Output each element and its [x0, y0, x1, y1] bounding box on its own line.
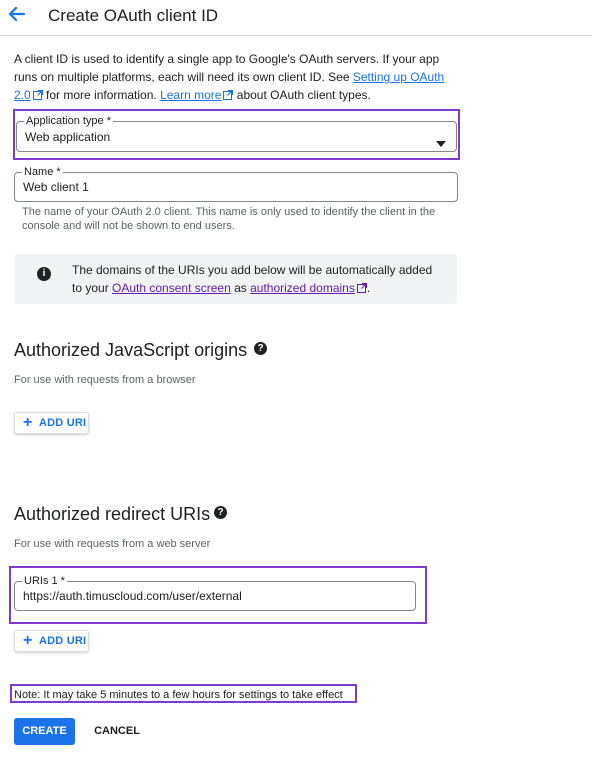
application-type-select[interactable]: Application type * Web application	[16, 114, 457, 152]
oauth-consent-screen-link[interactable]: OAuth consent screen	[112, 281, 231, 295]
redirect-uri-input[interactable]: URIs 1 * https://auth.timuscloud.com/use…	[14, 574, 416, 611]
redirect-uri-value: https://auth.timuscloud.com/user/externa…	[23, 589, 242, 603]
application-type-label: Application type *	[24, 114, 113, 128]
intro-text: A client ID is used to identify a single…	[14, 50, 459, 104]
redirect-uris-title: Authorized redirect URIs	[14, 504, 211, 524]
help-icon[interactable]: ?	[214, 506, 227, 519]
info-text-part: .	[366, 281, 371, 295]
redirect-uri-label: URIs 1 *	[22, 574, 67, 588]
page-header: Create OAuth client ID	[0, 0, 592, 33]
external-link-icon	[32, 87, 43, 100]
intro-text-part: about OAuth client types.	[233, 88, 371, 102]
learn-more-link[interactable]: Learn more	[160, 88, 221, 102]
js-origins-title: Authorized JavaScript origins	[14, 340, 248, 360]
page-title: Create OAuth client ID	[48, 6, 219, 25]
name-value: Web client 1	[23, 180, 89, 194]
arrow-back-icon[interactable]	[6, 2, 28, 26]
create-button[interactable]: CREATE	[14, 718, 75, 745]
cancel-button[interactable]: CANCEL	[86, 718, 148, 745]
application-type-value: Web application	[25, 130, 111, 144]
info-icon: i	[37, 267, 51, 281]
domains-info-box: i The domains of the URIs you add below …	[14, 254, 457, 304]
name-field[interactable]: Name * Web client 1	[14, 165, 458, 202]
external-link-icon	[223, 87, 234, 100]
add-js-origin-button[interactable]: + ADD URI	[14, 412, 89, 434]
name-hint: The name of your OAuth 2.0 client. This …	[22, 206, 436, 232]
info-text: The domains of the URIs you add below wi…	[72, 261, 442, 297]
info-text-part: as	[230, 281, 251, 295]
help-icon[interactable]: ?	[254, 342, 267, 355]
add-uri-label: ADD URI	[39, 635, 87, 647]
redirect-uris-subtitle: For use with requests from a web server	[14, 538, 211, 550]
add-redirect-uri-button[interactable]: + ADD URI	[14, 630, 89, 652]
js-origins-subtitle: For use with requests from a browser	[14, 374, 196, 386]
caret-down-icon	[436, 134, 446, 152]
intro-text-part: for more information.	[42, 88, 161, 102]
add-uri-label: ADD URI	[39, 417, 87, 429]
authorized-domains-link[interactable]: authorized domains	[250, 281, 355, 295]
settings-note: Note: It may take 5 minutes to a few hou…	[10, 684, 357, 703]
external-link-icon	[356, 280, 367, 293]
header-divider	[0, 35, 592, 36]
name-label: Name *	[22, 165, 63, 179]
plus-icon: +	[23, 632, 33, 649]
plus-icon: +	[23, 414, 33, 431]
